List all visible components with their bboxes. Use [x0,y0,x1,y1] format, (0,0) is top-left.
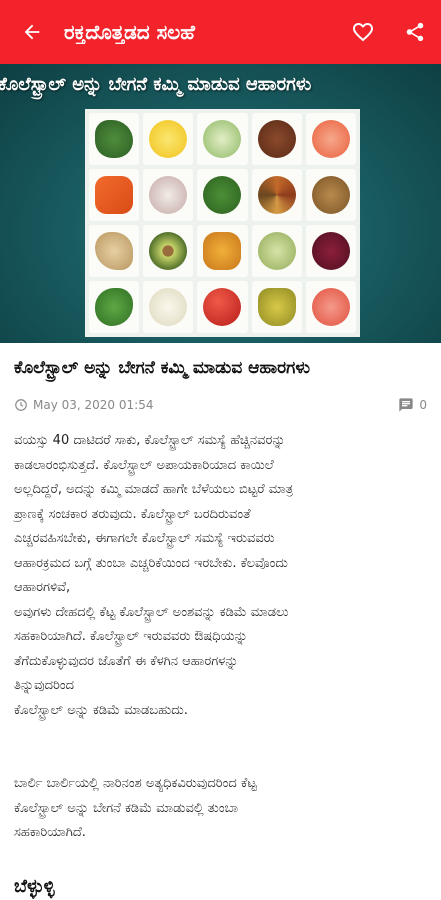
section-heading: ಬೆಳ್ಳುಳ್ಳಿ [14,876,55,897]
comment-count-button[interactable]: 0 [398,397,427,413]
back-arrow-icon [24,24,40,40]
food-garlic [143,169,194,221]
food-beetroot [305,225,356,277]
comment-count: 0 [419,398,427,412]
food-avocado [143,225,194,277]
body-line: ಕೊಲೆಸ್ಟ್ರಾಲ್ ಅನ್ನು ಬೇಗನೆ ಕಡಿಮೆ ಮಾಡುವಲ್ಲಿ… [14,800,239,816]
food-parsley [89,281,140,333]
body-line: ಸಹಕಾರಿಯಾಗಿದೆ. [14,825,86,840]
body-line: ತಿನ್ನುವುದರಿಂದ [14,678,75,693]
share-icon [406,22,424,42]
food-carrots [89,169,140,221]
article-body: ವಯಸ್ಸು 40 ದಾಟಿದರೆ ಸಾಕು, ಕೊಲೆಸ್ಟ್ರಾಲ್ ಸಮಸ… [14,429,427,846]
food-cauliflower [143,281,194,333]
body-line: ವಯಸ್ಸು 40 ದಾಟಿದರೆ ಸಾಕು, ಕೊಲೆಸ್ಟ್ರಾಲ್ ಸಮಸ… [14,433,286,448]
food-ginger [89,225,140,277]
hero-image-title: ಕೊಲೆಸ್ಟ್ರಾಲ್ ಅನ್ನು ಬೇಗನೆ ಕಮ್ಮಿ ಮಾಡುವ ಆಹಾ… [0,74,312,95]
back-button[interactable] [0,0,64,64]
food-flax-seeds [251,113,302,165]
food-spinach [89,113,140,165]
body-line: ಅಲ್ಲದಿದ್ದರೆ, ಅದನ್ನು ಕಮ್ಮಿ ಮಾಡದೆ ಹಾಗೇ ಬೆಳ… [14,482,294,497]
body-line: ಎಚ್ಚರವಹಿಸಬೇಕು, ಈಗಾಗಲೇ ಕೊಲೆಸ್ಟ್ರಾಲ್ ಸಮಸ್ಯ… [14,531,275,546]
food-walnuts [305,169,356,221]
heart-icon [353,23,373,42]
body-line: ಸಹಕಾರಿಯಾಗಿದೆ. ಕೊಲೆಸ್ಟ್ರಾಲ್ ಇರುವವರು ಔಷಧಿಯ… [14,629,248,644]
body-line: ಕೊಲೆಸ್ಟ್ರಾಲ್ ಅನ್ನು ಕಡಿಮೆ ಮಾಡಬಹುದು. [14,702,188,718]
food-grapefruit-halves [305,281,356,333]
food-broccoli [197,169,248,221]
app-title: ರಕ್ತದೊತ್ತಡದ ಸಲಹೆ [64,20,195,44]
body-line: ಕಾಡಲಾರಂಭಿಸುತ್ತದೆ. ಕೊಲೆಸ್ಟ್ರಾಲ್ ಅಪಾಯಕಾರಿಯ… [14,457,274,473]
body-line: ಆಹಾರಗಳಿವೆ, [14,580,71,595]
food-cabbage [197,113,248,165]
article: ಕೊಲೆಸ್ಟ್ರಾಲ್ ಅನ್ನು ಬೇಗನೆ ಕಮ್ಮಿ ಮಾಡುವ ಆಹಾ… [0,343,441,846]
favorite-button[interactable] [337,0,389,64]
clock-icon [15,399,27,411]
food-spices [251,169,302,221]
article-date: May 03, 2020 01:54 [14,398,153,412]
article-headline: ಕೊಲೆಸ್ಟ್ರಾಲ್ ಅನ್ನು ಬೇಗನೆ ಕಮ್ಮಿ ಮಾಡುವ ಆಹಾ… [14,358,310,378]
article-meta: May 03, 2020 01:54 0 [14,397,427,413]
body-line: ಪ್ರಾಣಕ್ಕೆ ಸಂಚಕಾರ ತರುವುದು. ಕೊಲೆಸ್ಟ್ರಾಲ್ ಬ… [14,506,251,522]
food-lemon [143,113,194,165]
food-olive-oil [251,281,302,333]
body-line: ತೆಗೆದುಕೊಳ್ಳುವುದರ ಜೊತೆಗೆ ಈ ಕೆಳಗಿನ ಆಹಾರಗಳನ… [14,653,239,669]
article-date-text: May 03, 2020 01:54 [33,398,154,412]
food-collage [85,109,360,337]
app-bar: ರಕ್ತದೊತ್ತಡದ ಸಲಹೆ [0,0,441,64]
food-grapefruit [305,113,356,165]
food-apple [197,281,248,333]
share-button[interactable] [389,0,441,64]
body-line: ಆಹಾರಕ್ರಮದ ಬಗ್ಗೆ ತುಂಬಾ ಎಚ್ಚರಿಕೆಯಿಂದ ಇರಬೇಕ… [14,555,288,571]
hero-image: ಕೊಲೆಸ್ಟ್ರಾಲ್ ಅನ್ನು ಬೇಗನೆ ಕಮ್ಮಿ ಮಾಡುವ ಆಹಾ… [0,64,441,343]
body-line: ಅವುಗಳು ದೇಹದಲ್ಲಿ ಕೆಟ್ಟ ಕೊಲೆಸ್ಟ್ರಾಲ್ ಅಂಶವನ… [14,604,289,620]
food-green-tea [251,225,302,277]
comment-icon [399,398,414,412]
food-turmeric [197,225,248,277]
body-line: ಬಾರ್ಲಿ ಬಾರ್ಲಿಯಲ್ಲಿ ನಾರಿನಂಶ ಅತ್ಯಧಿಕವಿರುವು… [14,776,257,791]
